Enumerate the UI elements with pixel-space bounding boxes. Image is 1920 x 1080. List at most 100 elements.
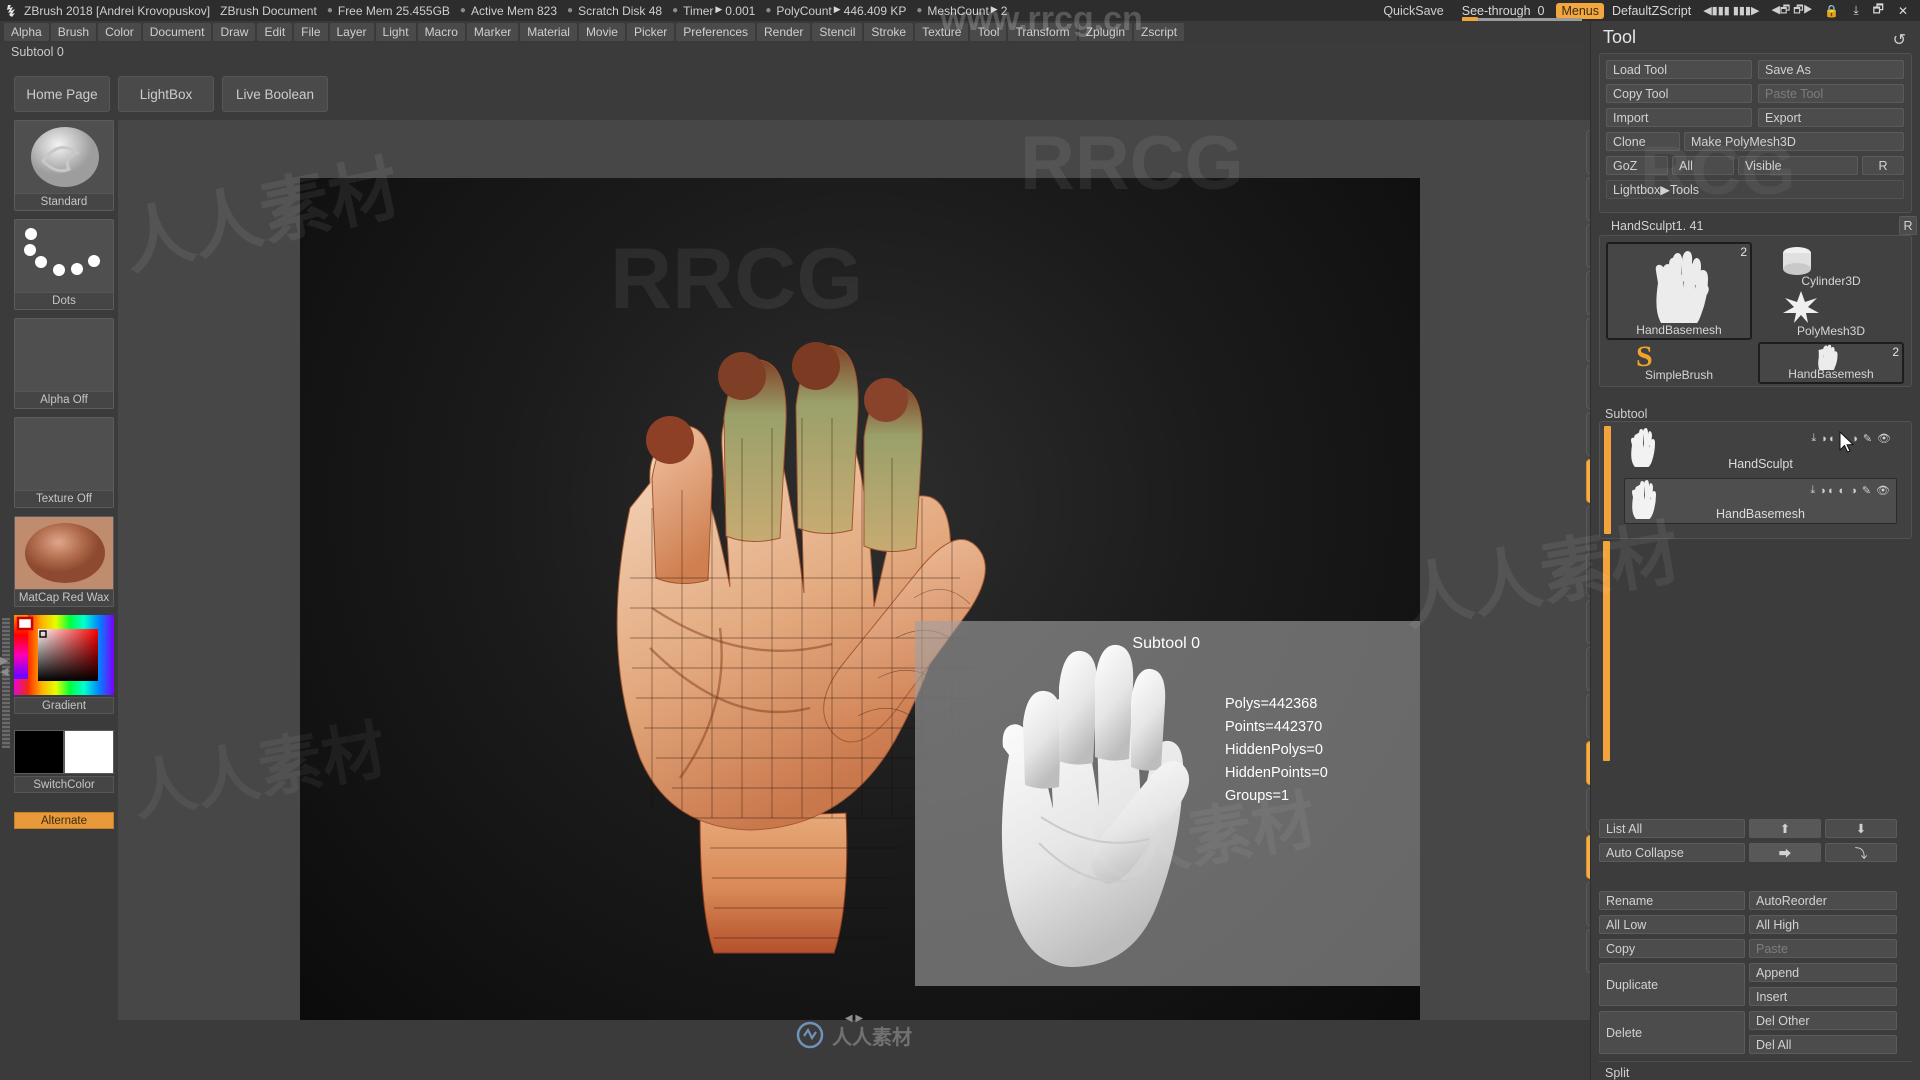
menu-item-color[interactable]: Color bbox=[98, 23, 141, 41]
append-button[interactable]: Append bbox=[1749, 963, 1897, 982]
tool-thumb-handbasemesh-large[interactable]: 2 HandBasemesh bbox=[1606, 242, 1752, 340]
document-viewport[interactable]: Subtool 0 Polys=442368 Points=442370 Hid… bbox=[300, 178, 1420, 1028]
prev-window-icon[interactable]: ◀🗗 bbox=[1771, 1, 1790, 20]
canvas-scroll-arrows[interactable]: ◀ ▶ bbox=[845, 1013, 863, 1024]
texture-selector[interactable]: Texture Off bbox=[14, 417, 114, 508]
subtool-shadow-icon[interactable]: ◐ bbox=[1839, 485, 1846, 497]
menu-item-movie[interactable]: Movie bbox=[578, 23, 625, 41]
menu-item-alpha[interactable]: Alpha bbox=[4, 23, 49, 41]
live-boolean-button[interactable]: Live Boolean bbox=[222, 76, 328, 112]
all-low-button[interactable]: All Low bbox=[1599, 915, 1745, 934]
menu-item-transform[interactable]: Transform bbox=[1008, 23, 1077, 41]
auto-collapse-button[interactable]: Auto Collapse bbox=[1599, 843, 1745, 862]
subtool-polypaint-icon[interactable]: ◗◖ bbox=[1821, 433, 1834, 445]
close-icon[interactable]: ✕ bbox=[1898, 4, 1908, 18]
brush-selector[interactable]: Standard bbox=[14, 120, 114, 211]
subtool-row-handbasemesh[interactable]: ⤓ ◗◖ ◐ ◑ ✎ 👁 HandBasemesh bbox=[1624, 478, 1897, 524]
menu-item-material[interactable]: Material bbox=[520, 23, 577, 41]
move-into-button[interactable]: ⤵ bbox=[1825, 843, 1897, 862]
home-page-button[interactable]: Home Page bbox=[14, 76, 110, 112]
refresh-icon[interactable]: ↺ bbox=[1893, 30, 1906, 50]
paste-button[interactable]: Paste bbox=[1749, 939, 1897, 958]
tool-thumb-polymesh3d[interactable]: PolyMesh3D bbox=[1758, 290, 1904, 340]
subtool-move-down-icon[interactable]: ⤓ bbox=[1811, 432, 1816, 445]
alternate-button[interactable]: Alternate bbox=[14, 812, 114, 829]
minimize-icon[interactable]: ⤓ bbox=[1853, 3, 1858, 18]
del-all-button[interactable]: Del All bbox=[1749, 1035, 1897, 1054]
zscript-label[interactable]: DefaultZScript bbox=[1612, 4, 1691, 18]
move-up-button[interactable]: ⬆ bbox=[1749, 819, 1821, 838]
subtool-eye-icon[interactable]: 👁 bbox=[1877, 432, 1891, 445]
left-shelf-arrows[interactable]: ▶ ◀ bbox=[0, 656, 8, 678]
insert-button[interactable]: Insert bbox=[1749, 987, 1897, 1006]
export-button[interactable]: Export bbox=[1758, 108, 1904, 127]
paste-tool-button[interactable]: Paste Tool bbox=[1758, 84, 1904, 103]
menu-item-marker[interactable]: Marker bbox=[466, 23, 519, 41]
copy-button[interactable]: Copy bbox=[1599, 939, 1745, 958]
all-button[interactable]: All bbox=[1672, 156, 1734, 175]
menu-item-picker[interactable]: Picker bbox=[626, 23, 675, 41]
see-through-slider[interactable]: See-through 0 bbox=[1461, 4, 1582, 22]
goz-button[interactable]: GoZ bbox=[1606, 156, 1668, 175]
shelf-toggle-icons[interactable]: ◀▮▮▮ ▮▮▮▶ bbox=[1703, 4, 1759, 17]
visible-r-button[interactable]: R bbox=[1862, 156, 1904, 175]
menu-item-preferences[interactable]: Preferences bbox=[676, 23, 755, 41]
menu-item-edit[interactable]: Edit bbox=[257, 23, 293, 41]
subtool-list-scrollbar[interactable] bbox=[1603, 541, 1610, 761]
material-selector[interactable]: MatCap Red Wax bbox=[14, 516, 114, 607]
split-button[interactable]: Split bbox=[1599, 1063, 1897, 1080]
restore-icon[interactable]: 🗗 bbox=[1873, 0, 1884, 21]
menu-item-stencil[interactable]: Stencil bbox=[812, 23, 863, 41]
rename-button[interactable]: Rename bbox=[1599, 891, 1745, 910]
menu-item-macro[interactable]: Macro bbox=[417, 23, 465, 41]
window-controls[interactable]: 🔒 ⤓ 🗗 ✕ bbox=[1824, 0, 1908, 21]
duplicate-button[interactable]: Duplicate bbox=[1599, 963, 1745, 1006]
subtool-polypaint-icon[interactable]: ◗◖ bbox=[1820, 485, 1833, 497]
lightbox-button[interactable]: LightBox bbox=[118, 76, 214, 112]
menus-button[interactable]: Menus bbox=[1556, 2, 1605, 19]
subtool-scroll-indicator[interactable] bbox=[1604, 426, 1611, 534]
menu-item-zscript[interactable]: Zscript bbox=[1134, 23, 1185, 41]
switch-color-icon[interactable] bbox=[14, 730, 114, 774]
menu-item-document[interactable]: Document bbox=[142, 23, 212, 41]
collapse-left-icon[interactable]: ◀▮▮▮ bbox=[1703, 4, 1730, 17]
subtool-contrast-icon[interactable]: ◑ bbox=[1850, 485, 1857, 497]
menu-item-stroke[interactable]: Stroke bbox=[864, 23, 914, 41]
save-as-button[interactable]: Save As bbox=[1758, 60, 1904, 79]
copy-tool-button[interactable]: Copy Tool bbox=[1606, 84, 1752, 103]
current-tool-r-button[interactable]: R bbox=[1899, 216, 1917, 235]
move-right-button[interactable]: ⮕ bbox=[1749, 843, 1821, 862]
tool-thumb-handbasemesh-small[interactable]: 2 HandBasemesh bbox=[1758, 342, 1904, 384]
menu-item-tool[interactable]: Tool bbox=[970, 23, 1007, 41]
lock-icon[interactable]: 🔒 bbox=[1824, 4, 1839, 18]
menu-item-light[interactable]: Light bbox=[375, 23, 416, 41]
del-other-button[interactable]: Del Other bbox=[1749, 1011, 1897, 1030]
subtool-row-icons[interactable]: ⤓ ◗◖ ◐ ◑ ✎ 👁 bbox=[1810, 484, 1890, 497]
left-shelf-scrollbar[interactable] bbox=[2, 618, 10, 748]
subtool-paint-icon[interactable]: ✎ bbox=[1862, 484, 1871, 497]
autoreorder-button[interactable]: AutoReorder bbox=[1749, 891, 1897, 910]
delete-button[interactable]: Delete bbox=[1599, 1011, 1745, 1054]
canvas-area[interactable]: Subtool 0 Polys=442368 Points=442370 Hid… bbox=[118, 120, 1590, 1050]
subtool-paint-icon[interactable]: ✎ bbox=[1863, 432, 1872, 445]
tool-thumb-simplebrush[interactable]: S SimpleBrush bbox=[1606, 340, 1752, 384]
switch-color[interactable]: SwitchColor bbox=[14, 730, 114, 793]
menu-item-texture[interactable]: Texture bbox=[915, 23, 969, 41]
all-high-button[interactable]: All High bbox=[1749, 915, 1897, 934]
tool-thumb-cylinder3d[interactable]: Cylinder3D bbox=[1758, 242, 1904, 290]
make-polymesh3d-button[interactable]: Make PolyMesh3D bbox=[1684, 132, 1904, 151]
subtool-eye-icon[interactable]: 👁 bbox=[1876, 484, 1890, 497]
list-all-button[interactable]: List All bbox=[1599, 819, 1745, 838]
color-picker[interactable]: Gradient bbox=[14, 615, 114, 714]
collapse-right-icon[interactable]: ▮▮▮▶ bbox=[1733, 4, 1760, 17]
color-picker-icon[interactable] bbox=[14, 615, 114, 695]
move-down-button[interactable]: ⬇ bbox=[1825, 819, 1897, 838]
window-arrange-icons[interactable]: ◀🗗 🗗▶ bbox=[1771, 1, 1812, 20]
load-tool-button[interactable]: Load Tool bbox=[1606, 60, 1752, 79]
clone-button[interactable]: Clone bbox=[1606, 132, 1680, 151]
quicksave-button[interactable]: QuickSave bbox=[1383, 4, 1443, 18]
alpha-selector[interactable]: Alpha Off bbox=[14, 318, 114, 409]
menu-item-render[interactable]: Render bbox=[757, 23, 811, 41]
import-button[interactable]: Import bbox=[1606, 108, 1752, 127]
menu-item-layer[interactable]: Layer bbox=[329, 23, 374, 41]
